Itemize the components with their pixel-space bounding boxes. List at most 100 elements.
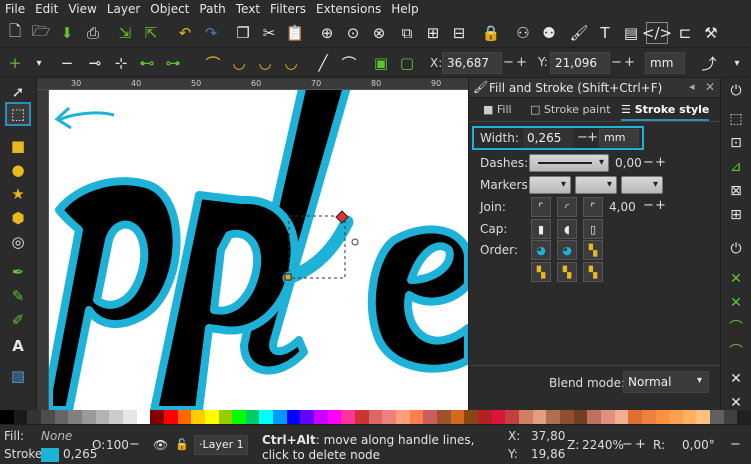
layers-icon[interactable]: ▤ <box>620 22 642 44</box>
palette-swatch[interactable] <box>163 410 178 424</box>
show-transform-icon[interactable]: ⤴ <box>698 52 720 74</box>
unit-select[interactable]: mm <box>645 52 685 74</box>
color-palette[interactable] <box>0 410 751 424</box>
pen-tool-icon[interactable]: ✒ <box>5 260 31 284</box>
node-cusp-icon[interactable]: ⌒ <box>202 52 224 74</box>
palette-swatch[interactable] <box>0 410 14 424</box>
order-markers-stroke-fill-icon[interactable]: ▚ <box>583 262 603 282</box>
width-input[interactable]: 0,265 <box>523 128 573 148</box>
snap-center-icon[interactable]: ⊞ <box>724 204 748 226</box>
rotation-input[interactable]: 0,00° <box>682 438 715 452</box>
node-tool-icon[interactable]: ⬚ <box>5 102 31 126</box>
join-segment-icon[interactable]: ⊷ <box>136 52 158 74</box>
y-increment[interactable]: + <box>624 55 635 70</box>
object-to-path-icon[interactable]: ▣ <box>370 52 392 74</box>
palette-swatch[interactable] <box>273 410 287 424</box>
dashes-offset-input[interactable]: 0,00 <box>615 156 642 170</box>
palette-swatch[interactable] <box>655 410 670 424</box>
miter-decrement[interactable]: − <box>643 198 654 213</box>
node-smooth-icon[interactable]: ◡ <box>228 52 250 74</box>
palette-swatch[interactable] <box>327 410 342 424</box>
toggle-icon[interactable]: ⏻ <box>724 80 748 102</box>
selector-tool-icon[interactable]: ➚ <box>5 80 31 104</box>
tab-fill[interactable]: ■ Fill <box>483 103 512 116</box>
y-input[interactable]: 21,096 <box>550 52 610 74</box>
eye-icon[interactable]: 👁 <box>153 438 168 452</box>
palette-swatch[interactable] <box>150 410 164 424</box>
tab-stroke-style[interactable]: ☰ Stroke style <box>621 103 710 121</box>
palette-swatch[interactable] <box>505 410 519 424</box>
snap-midpoint-icon[interactable]: ⊠ <box>724 180 748 202</box>
ungroup-icon[interactable]: ⚉ <box>538 22 560 44</box>
open-icon[interactable]: 🗁 <box>30 22 52 44</box>
mid-marker-select[interactable] <box>575 176 617 194</box>
round-join-icon[interactable]: ◜ <box>557 197 577 217</box>
palette-swatch[interactable] <box>259 410 274 424</box>
drawing-canvas[interactable] <box>49 90 468 410</box>
palette-swatch[interactable] <box>546 410 560 424</box>
x-decrement[interactable]: − <box>503 55 514 70</box>
zoom-input[interactable]: 2240% <box>582 438 624 452</box>
cut-icon[interactable]: ✂ <box>258 22 280 44</box>
palette-swatch[interactable] <box>232 410 246 424</box>
fill-stroke-icon[interactable]: 🖌 <box>568 22 590 44</box>
snap-smooth-icon[interactable]: ⌒ <box>724 340 748 362</box>
bevel-join-icon[interactable]: ⌜ <box>583 197 603 217</box>
calligraphy-tool-icon[interactable]: ✐ <box>5 308 31 332</box>
order-fill-stroke-markers-icon[interactable]: ◕ <box>531 240 551 260</box>
import-icon[interactable]: ⇲ <box>114 22 136 44</box>
delete-node-icon[interactable]: − <box>56 52 78 74</box>
palette-swatch[interactable] <box>341 410 356 424</box>
fill-value[interactable]: None <box>41 429 72 443</box>
redo-icon[interactable]: ↷ <box>200 22 222 44</box>
gradient-tool-icon[interactable]: ▧ <box>5 364 31 388</box>
palette-swatch[interactable] <box>669 410 683 424</box>
square-cap-icon[interactable]: ▯ <box>583 219 603 239</box>
palette-swatch[interactable] <box>737 410 751 424</box>
star-tool-icon[interactable]: ★ <box>5 182 31 206</box>
pencil-tool-icon[interactable]: ✎ <box>5 284 31 308</box>
palette-swatch[interactable] <box>382 410 397 424</box>
text-tool-icon[interactable]: A <box>5 334 31 358</box>
dashes-increment[interactable]: + <box>655 155 666 170</box>
paste-icon[interactable]: 📋 <box>284 22 306 44</box>
palette-swatch[interactable] <box>437 410 451 424</box>
palette-swatch[interactable] <box>68 410 82 424</box>
undo-icon[interactable]: ↶ <box>174 22 196 44</box>
menu-filters[interactable]: Filters <box>265 0 311 19</box>
unlink-clone-icon[interactable]: ⊟ <box>448 22 470 44</box>
join-nodes-icon[interactable]: ⊸ <box>84 52 106 74</box>
end-marker-select[interactable] <box>621 176 663 194</box>
palette-swatch[interactable] <box>300 410 315 424</box>
print-icon[interactable]: ⎙ <box>82 22 104 44</box>
palette-swatch[interactable] <box>450 410 465 424</box>
palette-swatch[interactable] <box>54 410 69 424</box>
segment-curve-icon[interactable]: ⌒ <box>338 52 360 74</box>
node-auto-icon[interactable]: ◡ <box>280 52 302 74</box>
palette-swatch[interactable] <box>191 410 205 424</box>
menu-text[interactable]: Text <box>231 0 265 19</box>
palette-swatch[interactable] <box>136 410 151 424</box>
order-markers-fill-stroke-icon[interactable]: ▚ <box>531 262 551 282</box>
round-cap-icon[interactable]: ◖ <box>557 219 577 239</box>
zoom-drawing-icon[interactable]: ⊙ <box>342 22 364 44</box>
menu-path[interactable]: Path <box>194 0 230 19</box>
palette-swatch[interactable] <box>710 410 724 424</box>
menu-extensions[interactable]: Extensions <box>311 0 386 19</box>
tab-stroke-paint[interactable]: □ Stroke paint <box>530 103 611 116</box>
menu-file[interactable]: File <box>0 0 30 19</box>
palette-swatch[interactable] <box>245 410 260 424</box>
palette-swatch[interactable] <box>573 410 588 424</box>
align-icon[interactable]: ⊏ <box>674 22 696 44</box>
palette-swatch[interactable] <box>95 410 110 424</box>
snap-corner-icon[interactable]: ⊿ <box>724 156 748 178</box>
menu-object[interactable]: Object <box>145 0 194 19</box>
palette-swatch[interactable] <box>600 410 615 424</box>
palette-swatch[interactable] <box>122 410 137 424</box>
start-marker-select[interactable] <box>529 176 571 194</box>
snap-bbox-icon[interactable]: ⬚ <box>724 108 748 130</box>
palette-swatch[interactable] <box>218 410 233 424</box>
palette-swatch[interactable] <box>355 410 369 424</box>
palette-swatch[interactable] <box>40 410 55 424</box>
duplicate-icon[interactable]: ⧉ <box>396 22 418 44</box>
